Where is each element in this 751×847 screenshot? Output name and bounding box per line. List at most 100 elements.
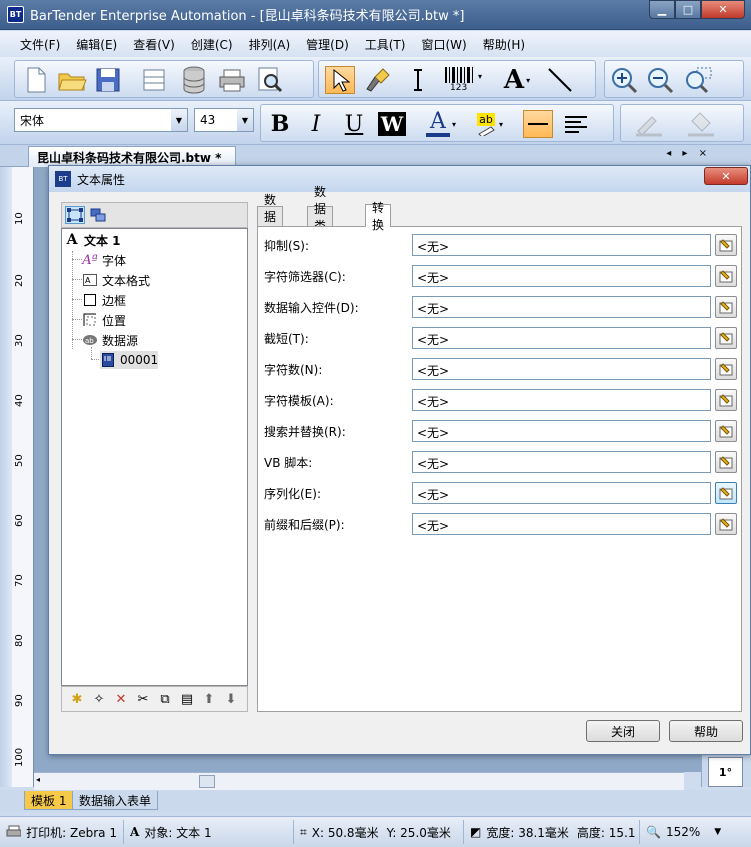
tab-transform[interactable]: 转换 bbox=[365, 201, 392, 232]
highlight-button[interactable]: ab ▾ bbox=[469, 110, 509, 138]
new-item-icon[interactable]: ✱ bbox=[66, 689, 88, 709]
edit-properties-icon[interactable] bbox=[715, 358, 737, 380]
align-middle-button[interactable] bbox=[523, 110, 553, 138]
tree-node-font[interactable]: Aª 字体 bbox=[82, 251, 126, 269]
move-down-icon[interactable]: ⬇ bbox=[220, 689, 242, 709]
italic-button[interactable]: I bbox=[301, 110, 331, 138]
property-row-search-replace: 搜索并替换(R): <无> bbox=[258, 415, 743, 446]
zoom-in-icon[interactable] bbox=[609, 66, 639, 94]
print-icon[interactable] bbox=[217, 66, 247, 94]
tree-node-00001[interactable]: 00001 bbox=[100, 351, 159, 369]
paste-icon[interactable]: ▤ bbox=[176, 689, 198, 709]
status-zoom[interactable]: 🔍 152% ▼ bbox=[640, 820, 727, 844]
property-value-field[interactable]: <无> bbox=[412, 389, 711, 411]
edit-properties-icon[interactable] bbox=[715, 265, 737, 287]
help-button[interactable]: 帮助 bbox=[669, 720, 743, 742]
open-folder-icon[interactable] bbox=[57, 66, 87, 94]
underline-button[interactable]: U bbox=[339, 110, 369, 138]
object-view-icon[interactable] bbox=[65, 206, 85, 224]
edit-properties-icon[interactable] bbox=[715, 327, 737, 349]
tree-node-text-format[interactable]: A 文本格式 bbox=[82, 271, 150, 289]
text-tool-icon[interactable]: A ▾ bbox=[497, 65, 537, 95]
property-value-field[interactable]: <无> bbox=[412, 327, 711, 349]
menu-arrange[interactable]: 排列(A) bbox=[241, 36, 299, 53]
tree-node-data-source[interactable]: ab 数据源 bbox=[82, 331, 138, 349]
tab-template-1[interactable]: 模板 1 bbox=[24, 791, 74, 810]
tree-node-text-1[interactable]: A 文本 1 bbox=[64, 231, 121, 249]
cut-icon[interactable]: ✂ bbox=[132, 689, 154, 709]
move-up-icon[interactable]: ⬆ bbox=[198, 689, 220, 709]
edit-properties-icon[interactable] bbox=[715, 482, 737, 504]
tab-nav-controls[interactable]: ◂ ▸ × bbox=[666, 148, 711, 159]
format-painter-icon[interactable] bbox=[363, 66, 393, 94]
line-tool-icon[interactable] bbox=[545, 66, 575, 94]
text-cursor-icon[interactable] bbox=[403, 66, 433, 94]
chevron-down-icon: ▼ bbox=[171, 109, 187, 131]
barcode-icon[interactable]: 123 ▾ bbox=[443, 66, 483, 94]
layer-view-icon[interactable] bbox=[88, 206, 108, 224]
edit-properties-icon[interactable] bbox=[715, 234, 737, 256]
database-icon[interactable] bbox=[179, 66, 209, 94]
property-value-field[interactable]: <无> bbox=[412, 234, 711, 256]
wordart-button[interactable]: W bbox=[377, 110, 407, 138]
property-value-field[interactable]: <无> bbox=[412, 420, 711, 442]
property-value-field[interactable]: <无> bbox=[412, 513, 711, 535]
edit-properties-icon[interactable] bbox=[715, 420, 737, 442]
ruler-label: 40 bbox=[14, 394, 25, 407]
select-pointer-icon[interactable] bbox=[325, 66, 355, 94]
menu-view[interactable]: 查看(V) bbox=[125, 36, 183, 53]
bold-button[interactable]: B bbox=[265, 110, 295, 138]
property-value-field[interactable]: <无> bbox=[412, 451, 711, 473]
delete-icon[interactable]: ✕ bbox=[110, 689, 132, 709]
close-button[interactable]: 关闭 bbox=[586, 720, 660, 742]
tab-data-type[interactable]: 数据类型 bbox=[307, 185, 334, 250]
tree-node-border[interactable]: 边框 bbox=[82, 291, 126, 309]
horizontal-scrollbar[interactable]: ◂ bbox=[34, 772, 684, 790]
dialog-close-button[interactable]: ✕ bbox=[704, 167, 748, 185]
app-icon: BT bbox=[7, 6, 24, 23]
scroll-thumb[interactable] bbox=[199, 775, 215, 788]
copy-icon[interactable]: ⧉ bbox=[154, 689, 176, 709]
zoom-out-icon[interactable] bbox=[645, 66, 675, 94]
menu-manage[interactable]: 管理(D) bbox=[298, 36, 357, 53]
tab-data-source[interactable]: 数据源 bbox=[257, 193, 284, 241]
minimize-button[interactable]: ▁ bbox=[649, 0, 675, 19]
menu-file[interactable]: 文件(F) bbox=[12, 36, 68, 53]
menu-help[interactable]: 帮助(H) bbox=[475, 36, 533, 53]
edit-properties-icon[interactable] bbox=[715, 296, 737, 318]
font-size-select[interactable]: 43 ▼ bbox=[194, 108, 254, 132]
edit-properties-icon[interactable] bbox=[715, 451, 737, 473]
edit-properties-icon[interactable] bbox=[715, 389, 737, 411]
property-row-vb-script: VB 脚本: <无> bbox=[258, 446, 743, 477]
tree-node-position[interactable]: 位置 bbox=[82, 311, 126, 329]
page-setup-icon[interactable] bbox=[139, 66, 169, 94]
property-value-field[interactable]: <无> bbox=[412, 265, 711, 287]
new-file-icon[interactable] bbox=[21, 66, 51, 94]
app-window: BT BarTender Enterprise Automation - [昆山… bbox=[0, 0, 751, 847]
underline-label: U bbox=[344, 111, 364, 137]
tab-data-entry-form[interactable]: 数据输入表单 bbox=[72, 791, 159, 810]
menu-edit[interactable]: 编辑(E) bbox=[68, 36, 125, 53]
pen-color-icon[interactable] bbox=[629, 110, 669, 138]
fill-toolbar-group bbox=[620, 104, 744, 142]
close-window-button[interactable]: ✕ bbox=[701, 0, 745, 19]
font-color-button[interactable]: A ▾ bbox=[421, 110, 461, 138]
zoom-fit-icon[interactable] bbox=[683, 66, 713, 94]
property-value-field[interactable]: <无> bbox=[412, 482, 711, 504]
maximize-button[interactable]: □ bbox=[675, 0, 701, 19]
dialog-title: 文本属性 bbox=[77, 172, 126, 187]
save-icon[interactable] bbox=[93, 66, 123, 94]
align-left-button[interactable] bbox=[561, 110, 591, 138]
font-name-select[interactable]: 宋体 ▼ bbox=[14, 108, 188, 132]
property-value-field[interactable]: <无> bbox=[412, 358, 711, 380]
menu-create[interactable]: 创建(C) bbox=[183, 36, 241, 53]
fill-bucket-icon[interactable] bbox=[681, 110, 721, 138]
menu-tools[interactable]: 工具(T) bbox=[357, 36, 414, 53]
font-icon: Aª bbox=[82, 252, 98, 268]
property-value-field[interactable]: <无> bbox=[412, 296, 711, 318]
print-preview-icon[interactable] bbox=[255, 66, 285, 94]
edit-properties-icon[interactable] bbox=[715, 513, 737, 535]
menu-window[interactable]: 窗口(W) bbox=[413, 36, 474, 53]
document-tab[interactable]: 昆山卓科条码技术有限公司.btw * bbox=[28, 146, 237, 167]
wizard-icon[interactable]: ✧ bbox=[88, 689, 110, 709]
